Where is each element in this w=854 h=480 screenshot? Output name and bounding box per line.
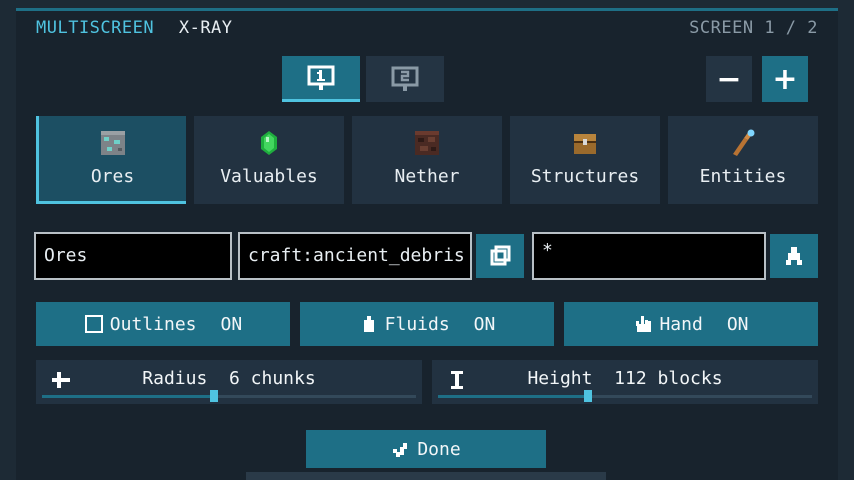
category-valuables[interactable]: Valuables — [194, 116, 344, 204]
hotbar-edge — [246, 472, 606, 480]
slider-value: 6 chunks — [229, 368, 316, 389]
height-slider[interactable]: Height 112 blocks — [432, 360, 818, 404]
outline-box-icon — [84, 315, 103, 333]
hand-icon — [636, 316, 652, 332]
chest-icon — [574, 134, 596, 154]
slider-fill — [42, 395, 215, 398]
category-nether[interactable]: Nether — [352, 116, 502, 204]
done-label: Done — [417, 438, 461, 460]
category-entities[interactable]: Entities — [668, 116, 818, 204]
mode-label: X-RAY — [178, 18, 233, 38]
toggle-label: Fluids — [384, 313, 450, 335]
netherrack-icon — [415, 131, 439, 155]
toggle-label: Outlines — [109, 313, 197, 335]
slider-label: Height 112 blocks — [432, 368, 818, 389]
brand-label: MULTISCREEN — [36, 18, 155, 38]
toggle-value: ON — [220, 313, 243, 335]
hand-toggle[interactable]: Hand ON — [564, 302, 818, 346]
remove-screen-button[interactable]: − — [706, 56, 752, 102]
outlines-toggle[interactable]: Outlines ON — [36, 302, 290, 346]
category-ores[interactable]: Ores — [36, 116, 186, 204]
toggle-label: Hand — [659, 313, 703, 335]
fluids-toggle[interactable]: Fluids ON — [300, 302, 554, 346]
screen-tab-1[interactable] — [282, 56, 360, 102]
slider-track[interactable] — [438, 390, 812, 402]
slider-name: Radius — [142, 368, 208, 389]
spyglass-icon — [733, 129, 755, 156]
monitor-1-icon — [307, 65, 335, 90]
header-title: MULTISCREEN X-RAY — [36, 18, 233, 38]
toggle-value: ON — [726, 313, 749, 335]
slider-name: Height — [527, 368, 593, 389]
screen-indicator: SCREEN 1 / 2 — [689, 18, 818, 38]
category-label: Nether — [394, 166, 460, 187]
filter-name-field[interactable]: Ores — [34, 232, 232, 280]
copy-icon — [490, 245, 511, 266]
block-id-field[interactable]: craft:ancient_debris — [238, 232, 472, 280]
ore-block-icon — [100, 131, 125, 155]
category-label: Ores — [90, 166, 135, 187]
bucket-icon — [363, 316, 374, 332]
entity-filter-button[interactable] — [770, 234, 818, 278]
screen-tab-2[interactable] — [366, 56, 444, 102]
slider-handle[interactable] — [210, 390, 219, 402]
slider-track[interactable] — [42, 390, 416, 402]
done-button[interactable]: Done — [306, 430, 546, 468]
spawn-icon — [786, 247, 802, 265]
slider-value: 112 blocks — [614, 368, 723, 389]
slider-handle[interactable] — [583, 390, 592, 402]
copy-button[interactable] — [476, 234, 524, 278]
category-label: Structures — [530, 166, 640, 187]
add-screen-button[interactable]: + — [762, 56, 808, 102]
monitor-2-icon — [391, 66, 419, 91]
radius-slider[interactable]: Radius 6 chunks — [36, 360, 422, 404]
slider-fill — [438, 395, 588, 398]
pattern-field[interactable]: * — [532, 232, 766, 280]
category-label: Entities — [699, 166, 787, 187]
category-label: Valuables — [220, 166, 318, 187]
toggle-value: ON — [473, 313, 496, 335]
checkmark-icon — [393, 443, 408, 457]
slider-label: Radius 6 chunks — [36, 368, 422, 389]
emerald-icon — [261, 131, 277, 155]
category-structures[interactable]: Structures — [510, 116, 660, 204]
